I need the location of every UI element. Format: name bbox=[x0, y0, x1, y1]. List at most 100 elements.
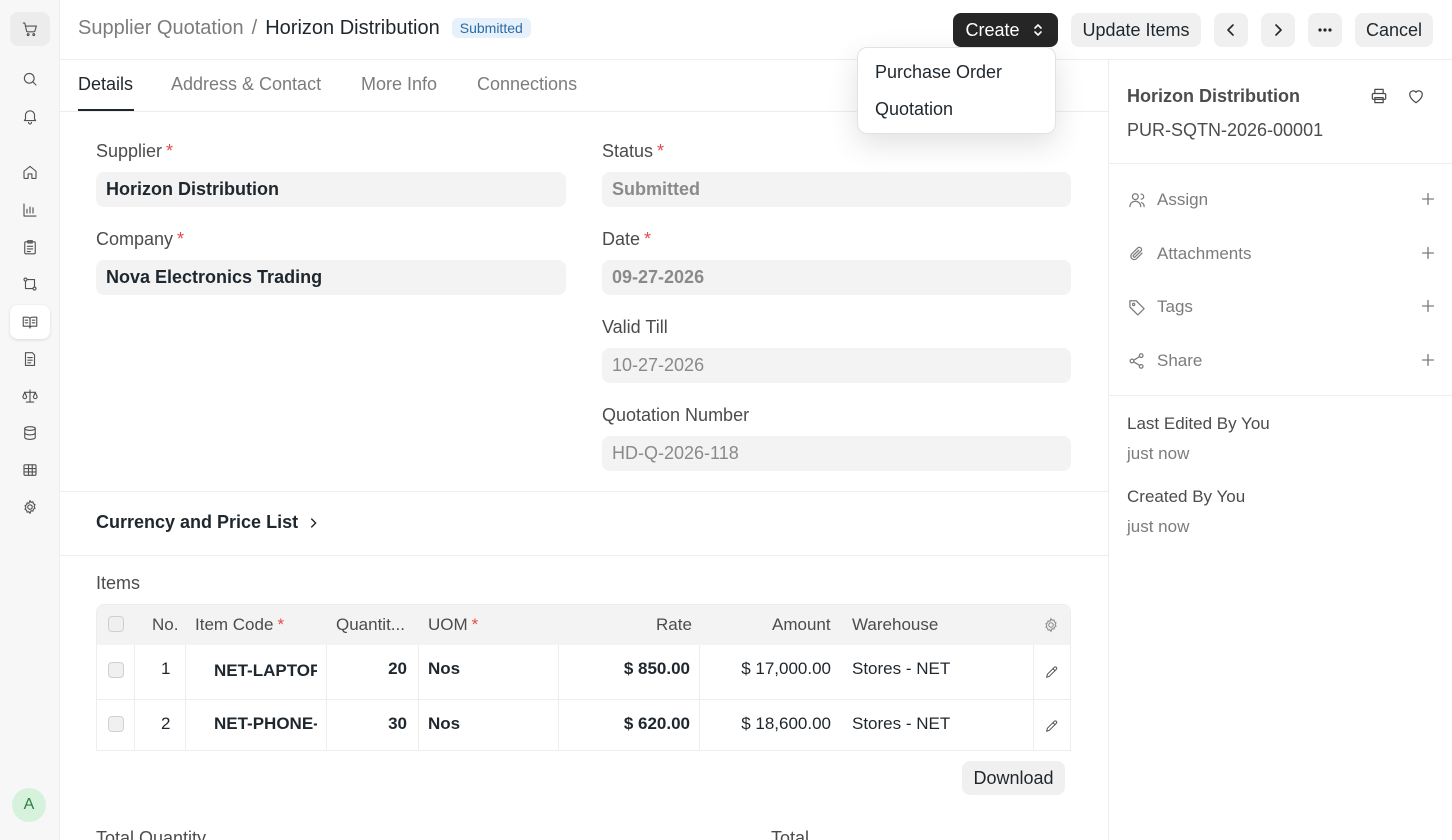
row-item-code[interactable]: NET-PHONE- bbox=[214, 714, 317, 734]
status-field: Submitted bbox=[602, 172, 1071, 207]
share-row[interactable]: Share bbox=[1127, 349, 1437, 373]
document-icon[interactable] bbox=[10, 342, 50, 376]
more-button[interactable] bbox=[1308, 13, 1342, 47]
attachments-row[interactable]: Attachments bbox=[1127, 242, 1437, 266]
col-item-code: Item Code * bbox=[195, 615, 285, 634]
breadcrumb-separator: / bbox=[251, 17, 258, 39]
add-assign-icon[interactable] bbox=[1419, 190, 1437, 211]
tab-more-info[interactable]: More Info bbox=[361, 74, 437, 95]
avatar[interactable]: A bbox=[12, 788, 46, 822]
breadcrumb-parent[interactable]: Supplier Quotation bbox=[78, 17, 244, 40]
col-no: No. bbox=[152, 615, 179, 634]
row-uom[interactable]: Nos bbox=[428, 714, 460, 734]
create-button[interactable]: Create bbox=[953, 13, 1058, 47]
active-tab-indicator bbox=[78, 109, 134, 111]
row-item-code[interactable]: NET-LAPTOP bbox=[214, 661, 317, 681]
chevron-updown-icon bbox=[1030, 22, 1046, 38]
user-icon bbox=[1127, 190, 1147, 210]
chevron-right-icon bbox=[1270, 22, 1286, 38]
row-amount: $ 18,600.00 bbox=[741, 714, 831, 733]
valid-till-label: Valid Till bbox=[602, 317, 668, 337]
status-label: Status * bbox=[602, 141, 665, 161]
paperclip-icon bbox=[1127, 244, 1147, 264]
row-rate[interactable]: $ 620.00 bbox=[558, 714, 690, 734]
add-attachment-icon[interactable] bbox=[1419, 244, 1437, 265]
tag-icon bbox=[1127, 297, 1147, 317]
last-edited-value: just now bbox=[1127, 444, 1190, 463]
chevron-right-icon bbox=[306, 516, 320, 530]
row-rate[interactable]: $ 850.00 bbox=[558, 659, 690, 679]
tags-label: Tags bbox=[1157, 297, 1193, 316]
assign-row[interactable]: Assign bbox=[1127, 188, 1437, 212]
col-quantity: Quantit... bbox=[336, 615, 405, 634]
tags-row[interactable]: Tags bbox=[1127, 295, 1437, 319]
clipboard-icon[interactable] bbox=[10, 230, 50, 264]
table-icon[interactable] bbox=[10, 453, 50, 487]
heart-icon[interactable] bbox=[1406, 86, 1426, 109]
next-button[interactable] bbox=[1261, 13, 1295, 47]
cancel-button[interactable]: Cancel bbox=[1355, 13, 1433, 47]
date-field: 09-27-2026 bbox=[602, 260, 1071, 295]
row-quantity[interactable]: 30 bbox=[326, 714, 407, 734]
tab-connections[interactable]: Connections bbox=[477, 74, 577, 95]
edit-pencil-icon[interactable] bbox=[1044, 718, 1060, 739]
row-warehouse[interactable]: Stores - NET bbox=[852, 714, 950, 734]
supplier-field[interactable]: Horizon Distribution bbox=[96, 172, 566, 207]
row-checkbox[interactable] bbox=[108, 662, 124, 678]
supplier-label: Supplier * bbox=[96, 141, 174, 161]
quotation-number-label: Quotation Number bbox=[602, 405, 750, 425]
status-badge: Submitted bbox=[451, 17, 531, 38]
cart-icon[interactable] bbox=[10, 12, 50, 46]
col-rate: Rate bbox=[656, 615, 692, 634]
settings-icon[interactable] bbox=[10, 490, 50, 524]
menu-item-purchase-order[interactable]: Purchase Order bbox=[858, 60, 1055, 97]
total-label: Total bbox=[771, 828, 810, 840]
date-label: Date * bbox=[602, 229, 652, 249]
row-no: 1 bbox=[161, 659, 171, 678]
row-quantity[interactable]: 20 bbox=[326, 659, 407, 679]
created-value: just now bbox=[1127, 517, 1190, 536]
search-icon[interactable] bbox=[10, 62, 50, 96]
row-uom[interactable]: Nos bbox=[428, 659, 460, 679]
download-button[interactable]: Download bbox=[962, 761, 1065, 795]
company-field[interactable]: Nova Electronics Trading bbox=[96, 260, 566, 295]
prev-button[interactable] bbox=[1214, 13, 1248, 47]
col-uom: UOM * bbox=[428, 615, 479, 634]
row-warehouse[interactable]: Stores - NET bbox=[852, 659, 950, 679]
created-label: Created By You bbox=[1127, 487, 1246, 506]
printer-icon[interactable] bbox=[1369, 86, 1389, 109]
share-label: Share bbox=[1157, 351, 1203, 370]
menu-item-quotation[interactable]: Quotation bbox=[858, 97, 1055, 134]
tab-address-contact[interactable]: Address & Contact bbox=[171, 74, 321, 95]
share-icon bbox=[1127, 351, 1147, 371]
add-share-icon[interactable] bbox=[1419, 351, 1437, 372]
column-settings-icon[interactable] bbox=[1042, 616, 1060, 639]
row-no: 2 bbox=[161, 714, 171, 733]
scale-icon[interactable] bbox=[10, 379, 50, 413]
bell-icon[interactable] bbox=[10, 99, 50, 133]
company-label: Company * bbox=[96, 229, 185, 249]
add-tag-icon[interactable] bbox=[1419, 297, 1437, 318]
tab-details[interactable]: Details bbox=[78, 74, 133, 95]
total-quantity-label: Total Quantity bbox=[96, 828, 207, 840]
flow-icon[interactable] bbox=[10, 267, 50, 301]
currency-section-toggle[interactable]: Currency and Price List bbox=[96, 512, 320, 533]
attachments-label: Attachments bbox=[1157, 244, 1252, 263]
home-icon[interactable] bbox=[10, 155, 50, 189]
row-checkbox[interactable] bbox=[108, 716, 124, 732]
row-amount: $ 17,000.00 bbox=[741, 659, 831, 678]
page-header: Supplier Quotation / Horizon Distributio… bbox=[60, 0, 1452, 60]
edit-pencil-icon[interactable] bbox=[1044, 664, 1060, 685]
book-icon[interactable] bbox=[10, 305, 50, 339]
chart-icon[interactable] bbox=[10, 193, 50, 227]
breadcrumb: Supplier Quotation / Horizon Distributio… bbox=[78, 17, 531, 40]
col-amount: Amount bbox=[772, 615, 831, 634]
assign-label: Assign bbox=[1157, 190, 1209, 209]
section-divider bbox=[60, 555, 1108, 556]
update-items-button[interactable]: Update Items bbox=[1071, 13, 1201, 47]
create-button-label: Create bbox=[965, 19, 1020, 40]
database-icon[interactable] bbox=[10, 416, 50, 450]
select-all-checkbox[interactable] bbox=[108, 616, 124, 632]
chevron-left-icon bbox=[1223, 22, 1239, 38]
create-dropdown-menu: Purchase Order Quotation bbox=[857, 47, 1056, 134]
